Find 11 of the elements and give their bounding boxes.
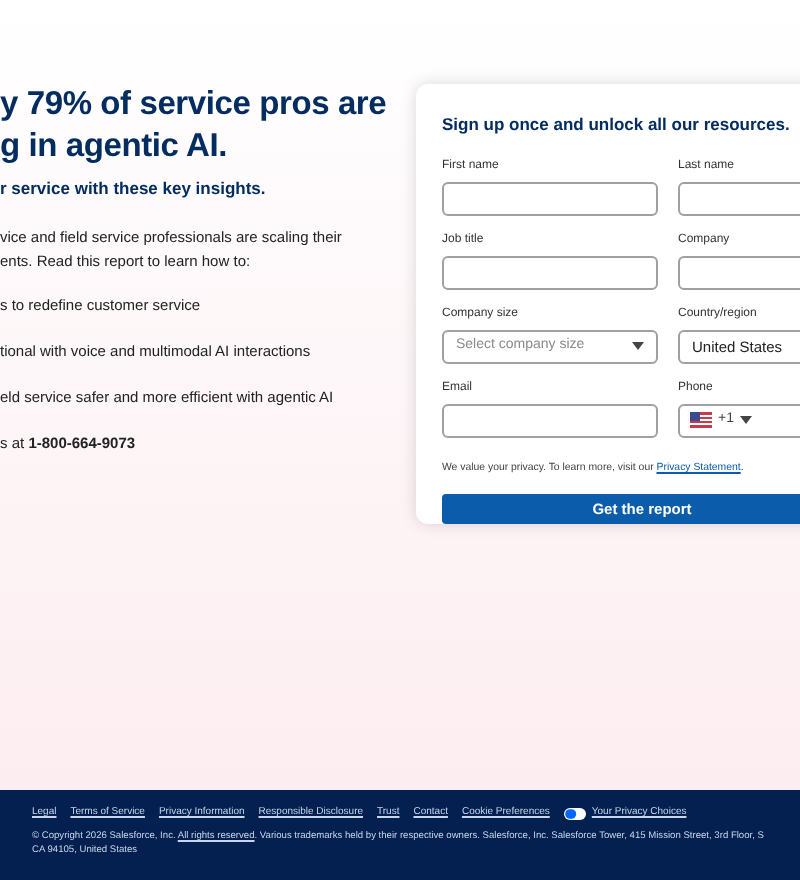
input-field[interactable] xyxy=(442,181,658,216)
input-field[interactable] xyxy=(442,255,658,290)
caret-icon xyxy=(739,416,752,425)
form-title: Sign up once and unlock all our resources. xyxy=(442,112,792,138)
caret-icon xyxy=(632,342,644,351)
flag-icon xyxy=(690,412,712,429)
privacy-toggle-icon xyxy=(563,807,586,820)
hero-heading: g in agentic AI. xyxy=(0,126,230,168)
hero-heading: y 79% of service pros are xyxy=(0,84,389,126)
hero-subheading: r service with these key insights. xyxy=(0,176,268,202)
input-field[interactable] xyxy=(442,403,658,438)
